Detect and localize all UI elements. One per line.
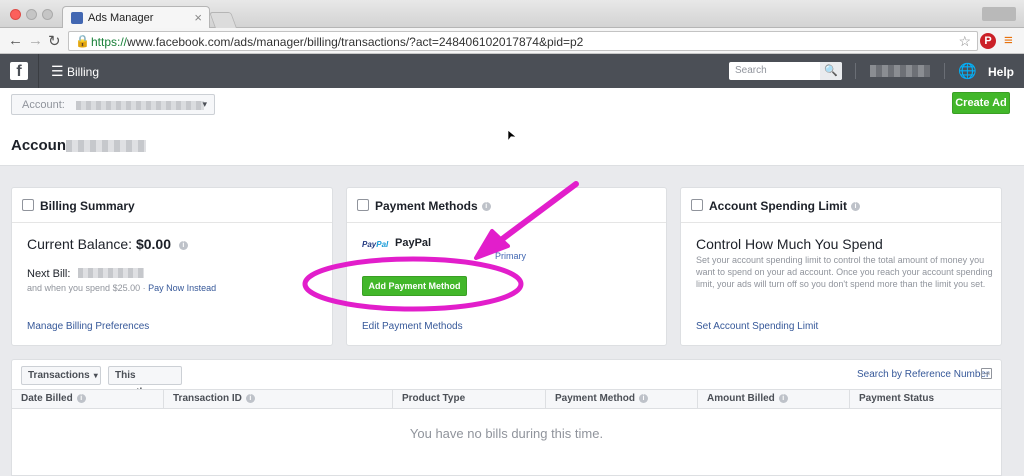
card-title: Account Spending Limit i [709,199,860,213]
minimize-window-button[interactable] [26,9,37,20]
balance-value: $0.00 [135,236,171,252]
spending-limit-description: Set your account spending limit to contr… [696,255,993,289]
column-header-date-billed[interactable]: Date Billed i [12,390,164,408]
divider [944,63,945,79]
search-placeholder: Search [735,65,767,76]
tab-title: Ads Manager [88,12,154,24]
header-search-input[interactable]: Search 🔍 [729,62,842,80]
next-bill-date-redacted [78,268,144,278]
table-header: Date Billed i Transaction ID i Product Typ… [12,389,1001,409]
current-balance: Current Balance: $0.00 i [27,236,188,252]
notifications-globe-icon[interactable]: 🌐 [958,62,977,80]
account-id-redacted [66,140,146,152]
hamburger-menu-icon[interactable]: ☰ [51,63,64,80]
column-header-amount-billed[interactable]: Amount Billed i [698,390,850,408]
tab-close-icon[interactable]: × [194,10,202,25]
empty-state-message: You have no bills during this time. [409,426,604,441]
search-by-reference-link[interactable]: Search by Reference Number [857,369,989,380]
address-bar-input[interactable]: 🔒 https://www.facebook.com/ads/manager/b… [68,31,978,51]
paypal-logo-icon: PayPal [362,240,389,249]
info-icon[interactable]: i [245,393,255,403]
next-bill-label: Next Bill: [27,268,71,280]
back-icon[interactable]: ← [8,32,23,49]
bookmark-star-icon[interactable]: ☆ [958,33,971,50]
info-icon[interactable]: i [778,393,788,403]
account-selector[interactable]: Account: ▾ [11,94,215,115]
add-payment-method-button[interactable]: Add Payment Method [362,276,467,296]
payment-methods-card: Payment Methods i PayPal PayPal Primary A… [346,187,667,346]
set-spending-limit-link[interactable]: Set Account Spending Limit [696,321,818,332]
account-selector-label: Account: [22,99,65,111]
billing-summary-icon [22,199,34,211]
export-icon[interactable]: ⇥ [981,368,992,379]
info-icon[interactable]: i [481,202,491,212]
ads-manager-favicon-icon [71,12,83,24]
new-tab-button[interactable] [209,12,237,28]
chevron-down-icon: ▾ [202,99,207,109]
divider [38,54,39,88]
card-header: Billing Summary [12,188,332,223]
billing-summary-card: Billing Summary Current Balance: $0.00 i… [11,187,333,346]
section-title[interactable]: Billing [67,65,99,79]
column-header-payment-status[interactable]: Payment Status [850,390,1001,408]
card-title: Payment Methods i [375,199,491,213]
forward-icon[interactable]: → [28,32,43,49]
close-window-button[interactable] [10,9,21,20]
reload-icon[interactable]: ↻ [48,32,61,50]
browser-toolbar: ← → ↻ 🔒 https://www.facebook.com/ads/man… [0,28,1024,54]
transactions-panel: Transactions▾ This month▾ Search by Refe… [11,359,1002,476]
facebook-logo-icon[interactable]: f [10,62,28,80]
user-profile-link[interactable] [870,65,930,77]
browser-menu-icon[interactable]: ≡ [1004,32,1013,49]
browser-titlebar: Ads Manager × [0,0,1024,29]
spending-limit-heading: Control How Much You Spend [696,236,883,252]
column-header-payment-method[interactable]: Payment Method i [546,390,698,408]
search-icon[interactable]: 🔍 [820,62,842,80]
card-header: Payment Methods i [347,188,666,223]
manage-billing-preferences-link[interactable]: Manage Billing Preferences [27,321,149,332]
payment-method-name: PayPal [395,237,432,249]
balance-label: Current Balance: [27,236,133,252]
chevron-down-icon: ▾ [93,371,98,380]
column-header-product-type[interactable]: Product Type [393,390,546,408]
url-text: https://www.facebook.com/ads/manager/bil… [91,35,584,49]
divider [855,63,856,79]
maximize-window-button[interactable] [42,9,53,20]
facebook-header: f ☰ Billing Search 🔍 🌐 Help [0,54,1024,88]
info-icon[interactable]: i [639,393,649,403]
primary-badge: Primary [495,251,526,261]
browser-tab[interactable]: Ads Manager × [62,6,210,29]
credit-card-icon [357,199,369,211]
date-range-dropdown[interactable]: This month▾ [108,366,182,398]
mouse-cursor-icon: ➤ [501,127,519,143]
lock-icon: 🔒 [75,34,90,48]
spend-threshold-text: and when you spend $25.00 · Pay Now Inst… [27,283,217,293]
account-header: Account: ▾ Create Ad ➤ Account: [0,88,1024,166]
chart-icon [691,199,703,211]
info-icon[interactable]: i [178,240,188,250]
spending-limit-card: Account Spending Limit i Control How Much… [680,187,1002,346]
info-icon[interactable]: i [851,202,860,212]
account-name-redacted [76,101,204,110]
card-title: Billing Summary [40,199,135,213]
pinterest-extension-icon[interactable]: P [980,33,996,49]
edit-payment-methods-link[interactable]: Edit Payment Methods [362,321,463,332]
create-ad-button[interactable]: Create Ad [952,92,1010,114]
info-icon[interactable]: i [76,393,86,403]
column-header-transaction-id[interactable]: Transaction ID i [164,390,393,408]
transaction-type-dropdown[interactable]: Transactions ▾ [21,366,101,385]
profile-button[interactable] [982,7,1016,21]
help-link[interactable]: Help [988,65,1014,79]
pay-now-link[interactable]: Pay Now Instead [148,283,216,293]
card-header: Account Spending Limit i [681,188,1001,223]
